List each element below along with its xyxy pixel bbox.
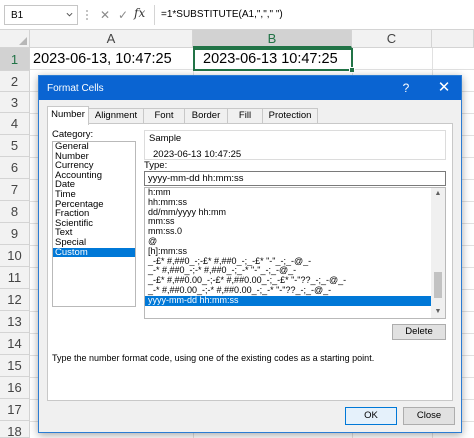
type-list[interactable]: h:mm hh:mm:ss dd/mm/yyyy hh:mm mm:ss mm:… bbox=[144, 187, 446, 319]
format-hint-text: Type the number format code, using one o… bbox=[52, 353, 375, 363]
sample-group: Sample 2023-06-13 10:47:25 bbox=[144, 130, 446, 160]
row-header-3[interactable]: 3 bbox=[0, 92, 30, 113]
row-header-8[interactable]: 8 bbox=[0, 201, 30, 223]
insert-function-button[interactable]: fx bbox=[134, 6, 145, 20]
formula-input[interactable]: =1*SUBSTITUTE(A1,","," ") bbox=[154, 5, 472, 25]
chevron-down-icon[interactable] bbox=[66, 11, 73, 18]
tab-alignment[interactable]: Alignment bbox=[88, 108, 144, 124]
name-box-value: B1 bbox=[11, 10, 24, 21]
fill-handle[interactable] bbox=[349, 67, 355, 73]
row-header-14[interactable]: 14 bbox=[0, 333, 30, 355]
help-button[interactable]: ? bbox=[391, 76, 421, 100]
tab-border[interactable]: Border bbox=[184, 108, 228, 124]
column-header-d[interactable] bbox=[432, 30, 474, 48]
list-item[interactable]: hh:mm:ss bbox=[145, 198, 431, 208]
list-item[interactable]: mm:ss.0 bbox=[145, 227, 431, 237]
dialog-titlebar[interactable]: Format Cells ? ✕ bbox=[39, 76, 461, 100]
row-header-11[interactable]: 11 bbox=[0, 267, 30, 289]
row-header-2[interactable]: 2 bbox=[0, 71, 30, 92]
cross-icon[interactable]: ✕ bbox=[98, 7, 112, 23]
close-button[interactable]: Close bbox=[403, 407, 455, 425]
select-all-icon bbox=[19, 37, 27, 45]
row-header-10[interactable]: 10 bbox=[0, 245, 30, 267]
row-header-13[interactable]: 13 bbox=[0, 311, 30, 333]
list-item[interactable]: _-* #,##0.00_-;-* #,##0.00_-;_-* "-"??_-… bbox=[145, 286, 431, 296]
row-header-15[interactable]: 15 bbox=[0, 355, 30, 377]
row-header-16[interactable]: 16 bbox=[0, 377, 30, 399]
sample-label: Sample bbox=[149, 133, 182, 144]
scroll-down-icon[interactable]: ▼ bbox=[431, 306, 445, 318]
number-tab-panel: Category: General Number Currency Accoun… bbox=[47, 123, 453, 401]
row-header-17[interactable]: 17 bbox=[0, 399, 30, 421]
scroll-up-icon[interactable]: ▲ bbox=[431, 188, 445, 200]
list-item-selected[interactable]: Custom bbox=[53, 247, 135, 258]
list-item[interactable]: h:mm bbox=[145, 188, 431, 198]
type-items: h:mm hh:mm:ss dd/mm/yyyy hh:mm mm:ss mm:… bbox=[145, 188, 431, 306]
delete-button[interactable]: Delete bbox=[392, 324, 446, 340]
row-header-4[interactable]: 4 bbox=[0, 113, 30, 135]
column-header-a[interactable]: A bbox=[30, 30, 193, 48]
list-item-selected[interactable]: yyyy-mm-dd hh:mm:ss bbox=[145, 295, 431, 306]
select-all-button[interactable] bbox=[0, 30, 30, 48]
list-item[interactable]: mm:ss bbox=[145, 217, 431, 227]
type-label: Type: bbox=[144, 160, 168, 171]
category-list[interactable]: General Number Currency Accounting Date … bbox=[52, 141, 136, 307]
type-list-scrollbar[interactable]: ▲ ▼ bbox=[431, 188, 445, 318]
name-box[interactable]: B1 bbox=[4, 5, 78, 25]
tab-protection[interactable]: Protection bbox=[262, 108, 318, 124]
ok-button[interactable]: OK bbox=[345, 407, 397, 425]
row-header-5[interactable]: 5 bbox=[0, 135, 30, 157]
formula-bar: B1 ✕ ✓ fx =1*SUBSTITUTE(A1,","," ") bbox=[0, 0, 474, 30]
list-item[interactable]: [h]:mm:ss bbox=[145, 247, 431, 257]
list-item[interactable]: _-£* #,##0_-;-£* #,##0_-;_-£* "-"_-;_-@_… bbox=[145, 257, 431, 267]
scrollbar-thumb[interactable] bbox=[434, 272, 442, 298]
check-icon[interactable]: ✓ bbox=[116, 7, 130, 23]
tab-fill[interactable]: Fill bbox=[227, 108, 263, 124]
list-item[interactable]: @ bbox=[145, 237, 431, 247]
row-header-7[interactable]: 7 bbox=[0, 179, 30, 201]
cell-a1[interactable]: 2023-06-13, 10:47:25 bbox=[33, 51, 172, 67]
row-header-18[interactable]: 18 bbox=[0, 421, 30, 438]
column-header-b[interactable]: B bbox=[193, 30, 352, 48]
grip-icon bbox=[86, 10, 88, 20]
list-item[interactable]: _-£* #,##0.00_-;-£* #,##0.00_-;_-£* "-"?… bbox=[145, 276, 431, 286]
row-header-12[interactable]: 12 bbox=[0, 289, 30, 311]
category-label: Category: bbox=[52, 129, 94, 140]
sample-value: 2023-06-13 10:47:25 bbox=[153, 149, 242, 160]
active-cell-border bbox=[193, 48, 353, 71]
tab-font[interactable]: Font bbox=[143, 108, 185, 124]
dialog-title: Format Cells bbox=[47, 83, 104, 94]
list-item[interactable]: _-* #,##0_-;-* #,##0_-;_-* "-"_-;_-@_- bbox=[145, 266, 431, 276]
column-header-c[interactable]: C bbox=[352, 30, 432, 48]
list-item[interactable]: dd/mm/yyyy hh:mm bbox=[145, 208, 431, 218]
row-header-6[interactable]: 6 bbox=[0, 157, 30, 179]
format-cells-dialog: Format Cells ? ✕ Number Alignment Font B… bbox=[38, 75, 462, 433]
row-header-1[interactable]: 1 bbox=[0, 48, 30, 71]
tab-number[interactable]: Number bbox=[47, 106, 89, 125]
type-input[interactable]: yyyy-mm-dd hh:mm:ss bbox=[144, 171, 446, 186]
close-icon[interactable]: ✕ bbox=[429, 76, 459, 100]
row-header-9[interactable]: 9 bbox=[0, 223, 30, 245]
